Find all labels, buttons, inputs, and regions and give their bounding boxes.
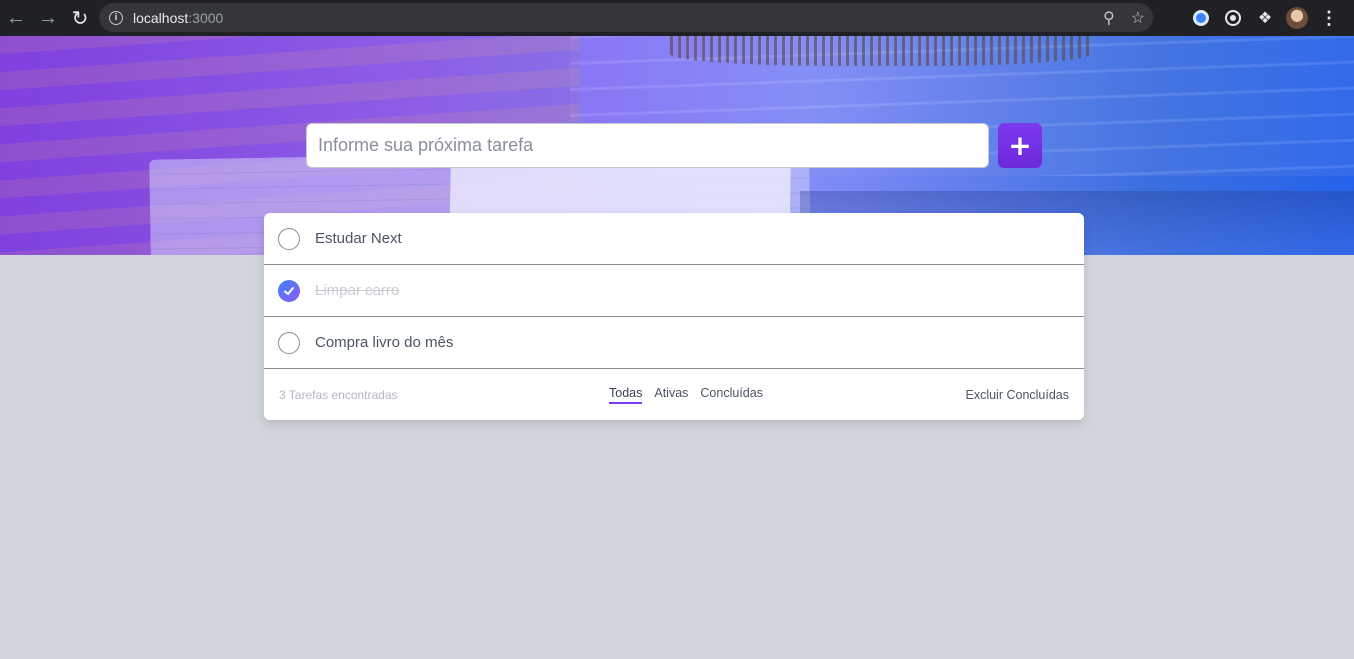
filter-completed[interactable]: Concluídas <box>700 386 763 404</box>
reload-icon[interactable]: ↻ <box>64 2 96 34</box>
extensions-puzzle-icon[interactable]: ❖ <box>1254 7 1276 29</box>
list-item: Limpar carro <box>264 265 1084 317</box>
forward-icon[interactable]: → <box>32 2 64 34</box>
zoom-icon[interactable]: ⚲ <box>1103 8 1115 28</box>
url-port: :3000 <box>188 9 224 26</box>
task-checkbox-checked[interactable] <box>278 279 300 302</box>
browser-toolbar: ← → ↻ i localhost:3000 ⚲ ☆ ❖ ⋮ <box>0 0 1354 36</box>
checkmark-icon <box>284 286 294 295</box>
url-host: localhost <box>133 9 189 26</box>
task-count: 3 Tarefas encontradas <box>279 387 398 402</box>
filter-all[interactable]: Todas <box>609 386 643 404</box>
list-item: Compra livro do mês <box>264 317 1084 369</box>
banner-tassel <box>670 36 1090 66</box>
filter-active[interactable]: Ativas <box>654 386 688 404</box>
new-task-input[interactable] <box>306 123 989 168</box>
clear-completed-button[interactable]: Excluir Concluídas <box>965 369 1069 420</box>
profile-avatar[interactable] <box>1286 7 1308 29</box>
url-text[interactable]: localhost:3000 <box>133 10 223 26</box>
back-icon[interactable]: ← <box>0 2 32 34</box>
filter-group: Todas Ativas Concluídas <box>609 369 763 420</box>
bookmark-star-icon[interactable]: ☆ <box>1131 8 1145 28</box>
extension-target-icon[interactable] <box>1222 7 1244 29</box>
site-info-icon[interactable]: i <box>109 10 123 25</box>
add-task-button[interactable]: + <box>998 123 1042 168</box>
task-list-footer: 3 Tarefas encontradas Todas Ativas Concl… <box>264 369 1084 420</box>
task-label[interactable]: Limpar carro <box>315 282 399 299</box>
address-bar[interactable]: i localhost:3000 ⚲ ☆ <box>99 3 1153 32</box>
list-item: Estudar Next <box>264 213 1084 265</box>
task-checkbox[interactable] <box>278 227 300 250</box>
extension-blue-icon[interactable] <box>1190 7 1212 29</box>
task-label[interactable]: Compra livro do mês <box>315 334 453 351</box>
task-checkbox[interactable] <box>278 331 300 354</box>
task-list-card: Estudar Next Limpar carro Compra livro d… <box>264 213 1084 420</box>
task-label[interactable]: Estudar Next <box>315 230 402 247</box>
browser-menu-icon[interactable]: ⋮ <box>1318 7 1340 29</box>
